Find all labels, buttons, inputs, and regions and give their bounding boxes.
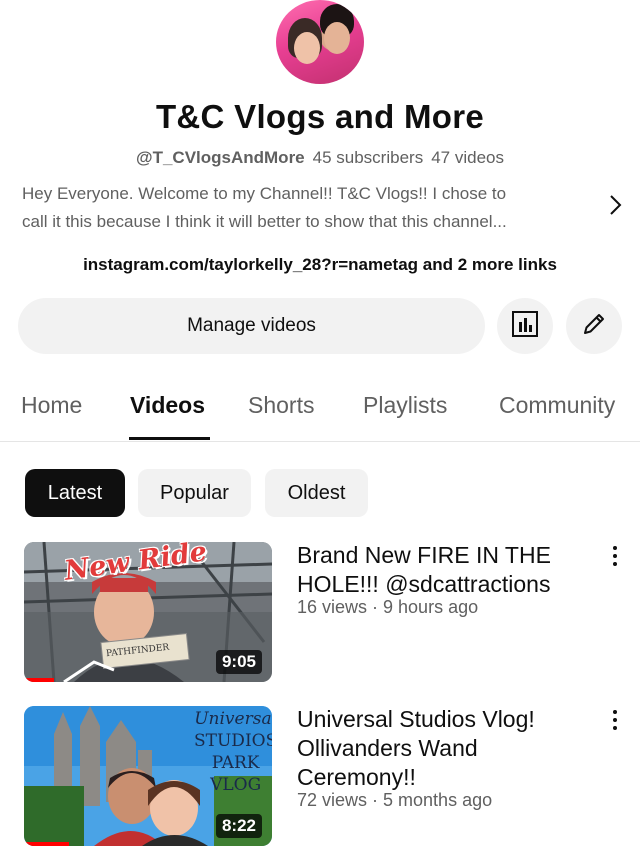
pencil-icon: [579, 309, 609, 344]
tab-community[interactable]: Community: [499, 392, 615, 419]
chevron-right-icon[interactable]: [604, 192, 626, 218]
description-line-2: call it this because I think it will bet…: [22, 212, 507, 231]
video-duration: 9:05: [215, 650, 262, 674]
channel-links[interactable]: instagram.com/taylorkelly_28?r=nametag a…: [0, 255, 640, 275]
channel-handle: @T_CVlogsAndMore: [136, 148, 305, 167]
description-line-1: Hey Everyone. Welcome to my Channel!! T&…: [22, 184, 507, 203]
filter-latest-chip[interactable]: Latest: [25, 469, 125, 517]
channel-description[interactable]: Hey Everyone. Welcome to my Channel!! T&…: [22, 180, 592, 236]
watch-progress-bar: [24, 842, 69, 846]
tab-videos[interactable]: Videos: [130, 392, 205, 419]
avatar-person-2-face: [324, 22, 350, 54]
channel-tabs: Home Videos Shorts Playlists Community: [0, 380, 640, 442]
video-thumbnail[interactable]: New Ride PATHFINDER 9:05: [24, 542, 272, 682]
filter-oldest-chip[interactable]: Oldest: [265, 469, 368, 517]
analytics-button[interactable]: [497, 298, 553, 354]
video-meta: 72 views · 5 months ago: [297, 790, 493, 810]
edit-channel-button[interactable]: [566, 298, 622, 354]
video-title[interactable]: Universal Studios Vlog! Ollivanders Wand…: [297, 705, 587, 792]
watch-progress-bar: [24, 678, 54, 682]
video-thumbnail[interactable]: Universal STUDIOS PARK VLOG 8:22: [24, 706, 272, 846]
channel-avatar[interactable]: [276, 0, 364, 84]
more-options-icon[interactable]: [604, 705, 626, 735]
thumbnail-text-line: PARK VLOG: [210, 753, 262, 795]
manage-videos-label: Manage videos: [187, 315, 316, 336]
thumbnail-text-line: Universal: [194, 709, 272, 729]
more-options-icon[interactable]: [604, 541, 626, 571]
analytics-icon: [510, 309, 540, 344]
avatar-person-1-face: [294, 32, 320, 64]
active-tab-indicator: [129, 437, 210, 440]
filter-popular-chip[interactable]: Popular: [138, 469, 251, 517]
thumbnail-text-line: STUDIOS: [194, 731, 272, 751]
tab-home[interactable]: Home: [21, 392, 82, 419]
channel-meta: @T_CVlogsAndMore 45 subscribers 47 videos: [0, 148, 640, 168]
video-duration: 8:22: [215, 814, 262, 838]
tab-playlists[interactable]: Playlists: [363, 392, 447, 419]
thumbnail-title-text: Universal STUDIOS PARK VLOG: [194, 708, 272, 796]
video-count: 47 videos: [431, 148, 504, 167]
video-meta: 16 views · 9 hours ago: [297, 597, 479, 617]
manage-videos-button[interactable]: Manage videos: [18, 298, 485, 354]
tab-shorts[interactable]: Shorts: [248, 392, 314, 419]
video-title[interactable]: Brand New FIRE IN THE HOLE!!! @sdcattrac…: [297, 541, 597, 599]
channel-name: T&C Vlogs and More: [155, 98, 485, 135]
subscriber-count: 45 subscribers: [312, 148, 424, 167]
